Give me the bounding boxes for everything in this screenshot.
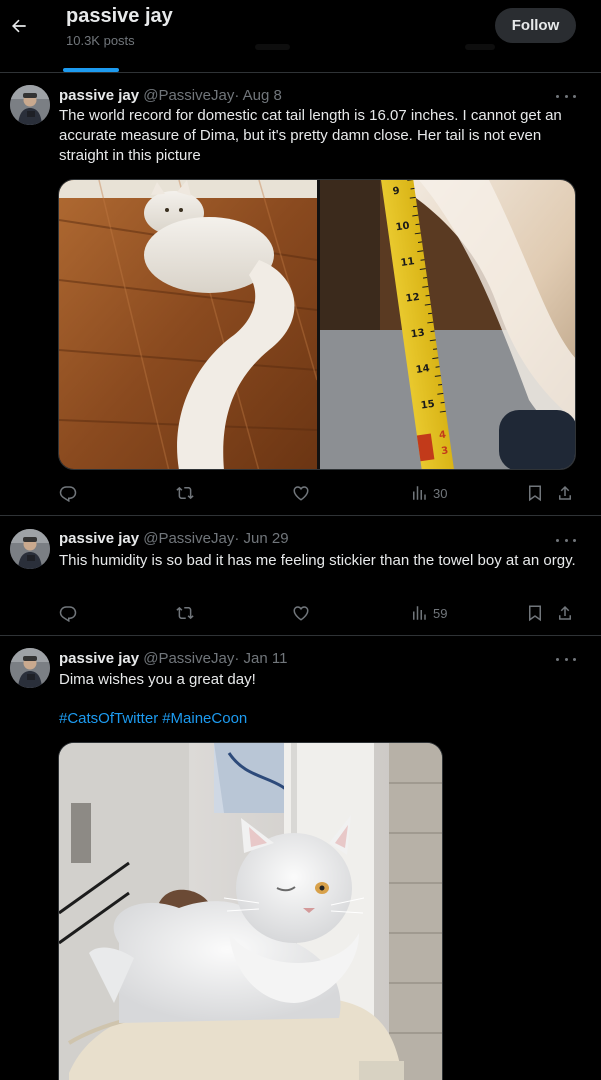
ruler-number: 12	[405, 292, 420, 305]
avatar[interactable]	[10, 85, 50, 125]
post-meta: passive jay @PassiveJay· Aug 8	[59, 87, 282, 104]
share-icon	[559, 485, 571, 500]
more-icon[interactable]	[556, 651, 576, 667]
post-meta: passive jay @PassiveJay· Jan 11	[59, 650, 287, 667]
avatar[interactable]	[10, 648, 50, 688]
views-count: 59	[433, 605, 448, 621]
post-actions: 59	[0, 602, 601, 624]
post-text: This humidity is so bad it has me feelin…	[59, 552, 576, 569]
ruler-number: 15	[420, 399, 435, 412]
author-name[interactable]: passive jay	[59, 87, 139, 104]
ruler-number: 14	[415, 363, 430, 376]
profile-name: passive jay	[66, 5, 173, 27]
post-media[interactable]: 9 10 11 12 13 14 15 4 3	[58, 179, 576, 470]
reply-button[interactable]	[59, 602, 77, 624]
repost-button[interactable]	[176, 602, 194, 624]
post[interactable]: passive jay @PassiveJay· Jun 29 This hum…	[0, 516, 601, 636]
back-button[interactable]	[8, 10, 30, 42]
tab-active-indicator	[63, 68, 119, 72]
reply-button[interactable]	[59, 482, 77, 504]
hashtag-link[interactable]: #CatsOfTwitter	[59, 710, 158, 727]
post[interactable]: passive jay @PassiveJay· Jan 11 Dima wis…	[0, 636, 601, 1080]
arrow-left-icon	[12, 19, 26, 33]
meta-separator: ·	[234, 650, 240, 667]
post-media[interactable]	[58, 742, 443, 1080]
views-icon	[413, 486, 426, 500]
bookmark-button[interactable]	[526, 602, 544, 624]
bookmark-button[interactable]	[526, 482, 544, 504]
repost-icon	[176, 486, 194, 500]
bookmark-icon	[529, 605, 541, 622]
reply-icon	[59, 606, 77, 622]
views-button[interactable]: 30	[410, 482, 447, 504]
author-handle[interactable]: @PassiveJay	[143, 530, 234, 547]
author-handle[interactable]: @PassiveJay	[143, 87, 234, 104]
ruler-number: 10	[395, 221, 410, 234]
cat-tail-photos: 9 10 11 12 13 14 15 4 3	[59, 180, 575, 469]
post-date[interactable]: Jun 29	[244, 530, 289, 547]
views-button[interactable]: 59	[410, 602, 447, 624]
like-button[interactable]	[292, 602, 310, 624]
post-date[interactable]: Aug 8	[243, 87, 282, 104]
post-text: Dima wishes you a great day!	[59, 671, 256, 688]
author-handle[interactable]: @PassiveJay	[143, 650, 234, 667]
post-date[interactable]: Jan 11	[244, 650, 288, 667]
views-count: 30	[433, 485, 448, 501]
author-name[interactable]: passive jay	[59, 650, 139, 667]
more-icon[interactable]	[556, 532, 576, 548]
post[interactable]: passive jay @PassiveJay· Aug 8 The world…	[0, 73, 601, 516]
avatar[interactable]	[10, 529, 50, 569]
posts-count: 10.3K posts	[66, 33, 135, 48]
meta-separator: ·	[234, 530, 240, 547]
share-button[interactable]	[556, 482, 574, 504]
meta-separator: ·	[234, 87, 240, 104]
bookmark-icon	[529, 485, 541, 502]
post-text: The world record for domestic cat tail l…	[59, 107, 562, 164]
author-name[interactable]: passive jay	[59, 530, 139, 547]
hashtag-link[interactable]: #MaineCoon	[162, 710, 247, 727]
reply-icon	[59, 486, 77, 502]
tab-placeholder	[465, 44, 495, 50]
share-button[interactable]	[556, 602, 574, 624]
profile-header: passive jay 10.3K posts Follow	[0, 0, 601, 73]
ruler-number: 13	[410, 327, 425, 340]
cat-photo	[59, 743, 442, 1080]
avatar-image	[10, 85, 50, 125]
more-icon[interactable]	[556, 88, 576, 104]
share-icon	[559, 605, 571, 620]
tab-placeholder	[255, 44, 290, 50]
repost-button[interactable]	[176, 482, 194, 504]
follow-button[interactable]: Follow	[495, 8, 576, 43]
ruler-number: 11	[400, 256, 415, 269]
like-button[interactable]	[292, 482, 310, 504]
heart-icon	[293, 486, 309, 501]
post-meta: passive jay @PassiveJay· Jun 29	[59, 530, 289, 547]
heart-icon	[293, 606, 309, 621]
views-icon	[413, 606, 426, 620]
repost-icon	[176, 606, 194, 620]
avatar-image	[10, 529, 50, 569]
post-actions: 30	[0, 482, 601, 504]
hashtags: #CatsOfTwitter #MaineCoon	[59, 710, 251, 727]
avatar-image	[10, 648, 50, 688]
